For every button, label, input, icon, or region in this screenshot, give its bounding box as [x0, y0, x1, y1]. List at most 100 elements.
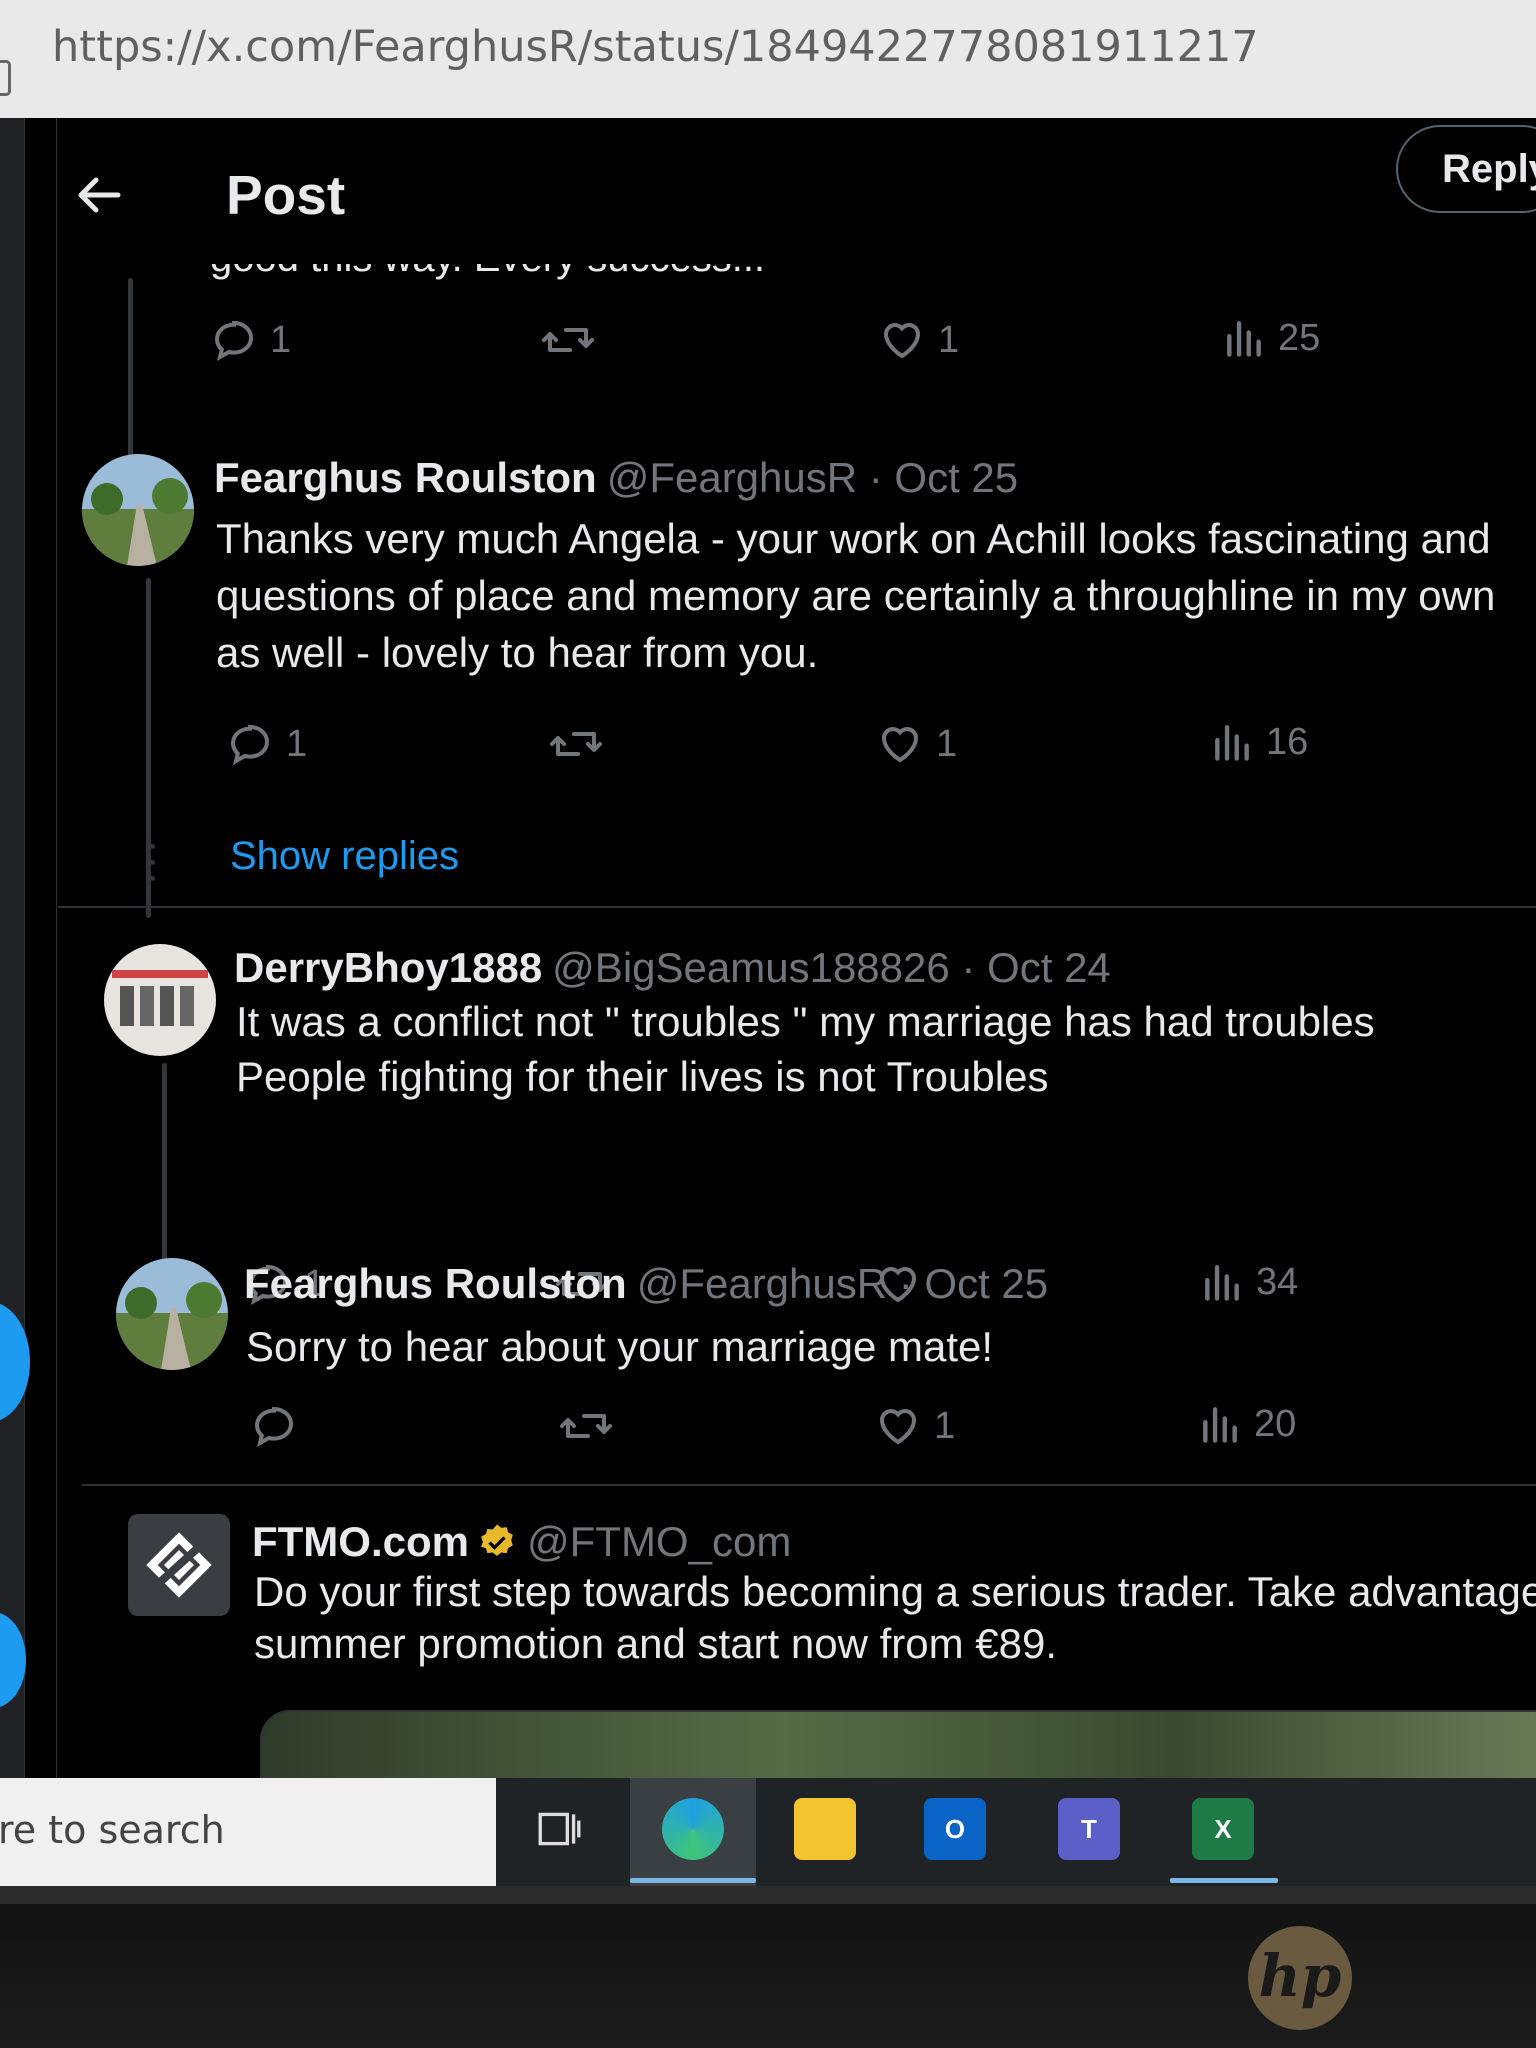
tweet-header: Fearghus Roulston @FearghusR · Oct 25	[244, 1260, 1048, 1308]
display-name[interactable]: Fearghus Roulston	[244, 1260, 627, 1307]
ad-media-card[interactable]	[260, 1710, 1536, 1778]
like-action[interactable]: 1	[874, 1402, 955, 1450]
tweet-line: Thanks very much Angela - your work on A…	[216, 515, 1491, 562]
page-title: Post	[226, 164, 346, 226]
reply-action[interactable]	[250, 1402, 310, 1450]
views-icon	[1227, 321, 1261, 357]
reply-action[interactable]: 1	[210, 316, 291, 364]
x-app-pane: good this way. Every success... Post Rep…	[0, 118, 1536, 1778]
reply-count: 1	[286, 722, 308, 765]
taskbar-search[interactable]: re to search	[0, 1778, 496, 1886]
views-action[interactable]: 20	[1198, 1402, 1296, 1446]
verified-badge-icon	[481, 1524, 513, 1556]
excel-running-indicator	[1170, 1878, 1278, 1883]
hp-logo: hp	[1248, 1926, 1352, 2030]
view-count: 16	[1266, 720, 1309, 763]
windows-taskbar: re to search O T X	[0, 1778, 1536, 1886]
like-count: 1	[934, 1404, 956, 1447]
tweet-line: It was a conflict not " troubles " my ma…	[236, 998, 1375, 1045]
avatar-group-photo-icon	[104, 944, 216, 1056]
ad-header: FTMO.com @FTMO_com	[252, 1518, 791, 1566]
comment-icon	[230, 724, 270, 766]
task-view-icon[interactable]	[528, 1798, 590, 1860]
view-count: 20	[1254, 1402, 1297, 1445]
left-gutter	[0, 118, 25, 1778]
ftmo-logo-icon	[146, 1532, 212, 1598]
reply-button[interactable]: Reply	[1396, 125, 1536, 213]
ftmo-logo[interactable]	[128, 1514, 230, 1616]
handle-date[interactable]: @FearghusR · Oct 25	[607, 454, 1018, 501]
back-arrow-icon[interactable]	[70, 170, 130, 220]
tweet-line: Sorry to hear about your marriage mate!	[246, 1323, 994, 1370]
search-placeholder: re to search	[0, 1808, 225, 1852]
reply-count: 1	[270, 318, 292, 361]
avatar-photo-icon	[116, 1258, 228, 1370]
display-name[interactable]: FTMO.com	[252, 1518, 469, 1565]
display-name[interactable]: Fearghus Roulston	[214, 454, 597, 501]
column-border	[56, 118, 57, 1778]
tab-edge	[0, 60, 11, 96]
view-count: 34	[1256, 1260, 1299, 1303]
tweet-line: summer promotion and start now from €89.	[254, 1620, 1058, 1667]
divider	[82, 1484, 1536, 1486]
truncated-tweet-text: good this way. Every success...	[210, 264, 780, 282]
heart-icon	[883, 323, 921, 359]
handle-date[interactable]: @BigSeamus188826 · Oct 24	[552, 944, 1111, 991]
ad-handle[interactable]: @FTMO_com	[527, 1518, 791, 1565]
tweet-line: People fighting for their lives is not T…	[236, 1053, 1049, 1100]
views-icon	[1203, 1407, 1237, 1443]
repost-action[interactable]	[540, 316, 596, 364]
views-action[interactable]: 16	[1210, 720, 1308, 764]
tweet-text: It was a conflict not " troubles " my ma…	[236, 994, 1375, 1104]
tweet-header: DerryBhoy1888 @BigSeamus188826 · Oct 24	[234, 944, 1111, 992]
post-header: Post Reply	[57, 118, 1536, 258]
comment-icon	[254, 1406, 294, 1448]
comment-icon	[214, 320, 254, 362]
views-action[interactable]: 25	[1222, 316, 1320, 360]
file-explorer-icon[interactable]	[794, 1798, 856, 1860]
ad-text: Do your first step towards becoming a se…	[254, 1566, 1536, 1670]
display-name[interactable]: DerryBhoy1888	[234, 944, 542, 991]
views-icon	[1215, 725, 1249, 761]
excel-icon[interactable]: X	[1192, 1798, 1254, 1860]
avatar[interactable]	[82, 454, 194, 566]
views-icon	[1205, 1265, 1239, 1301]
tweet-line: as well - lovely to hear from you.	[216, 629, 819, 676]
tweet-text: Sorry to hear about your marriage mate!	[246, 1318, 993, 1375]
tweet-actions: 1 20	[250, 1402, 1450, 1462]
tweet-text: Thanks very much Angela - your work on A…	[216, 510, 1495, 681]
avatar-photo-icon	[82, 454, 194, 566]
tweet-header: Fearghus Roulston @FearghusR · Oct 25	[214, 454, 1018, 502]
avatar[interactable]	[104, 944, 216, 1056]
like-count: 1	[936, 722, 958, 765]
like-action[interactable]: 1	[876, 720, 957, 768]
tweet-actions: 1 1 25	[210, 316, 1410, 376]
like-count: 1	[938, 318, 960, 361]
show-replies-link[interactable]: Show replies	[230, 834, 459, 879]
heart-icon	[881, 727, 919, 763]
repost-action[interactable]	[558, 1402, 614, 1450]
tweet-line: Do your first step towards becoming a se…	[254, 1568, 1536, 1615]
bezel-rim	[0, 1886, 1536, 1904]
teams-icon[interactable]: T	[1058, 1798, 1120, 1860]
outlook-icon[interactable]: O	[924, 1798, 986, 1860]
repost-icon	[542, 328, 594, 352]
reply-action[interactable]: 1	[226, 720, 307, 768]
browser-address-bar[interactable]: https://x.com/FearghusR/status/184942277…	[0, 0, 1536, 118]
url-text[interactable]: https://x.com/FearghusR/status/184942277…	[52, 22, 1259, 72]
avatar[interactable]	[116, 1258, 228, 1370]
repost-icon	[560, 1414, 612, 1438]
tweet-line: questions of place and memory are certai…	[216, 572, 1496, 619]
repost-action[interactable]	[548, 720, 604, 768]
views-action[interactable]: 34	[1200, 1260, 1298, 1304]
view-count: 25	[1278, 316, 1321, 359]
repost-icon	[550, 732, 602, 756]
thread-dots: · · ·	[146, 822, 160, 898]
edge-running-indicator	[630, 1878, 756, 1883]
edge-browser-icon[interactable]	[662, 1798, 724, 1860]
heart-icon	[879, 1409, 917, 1445]
handle-date[interactable]: @FearghusR · Oct 25	[637, 1260, 1048, 1307]
tweet-actions: 1 1 16	[226, 720, 1426, 780]
divider	[58, 906, 1536, 908]
like-action[interactable]: 1	[878, 316, 959, 364]
